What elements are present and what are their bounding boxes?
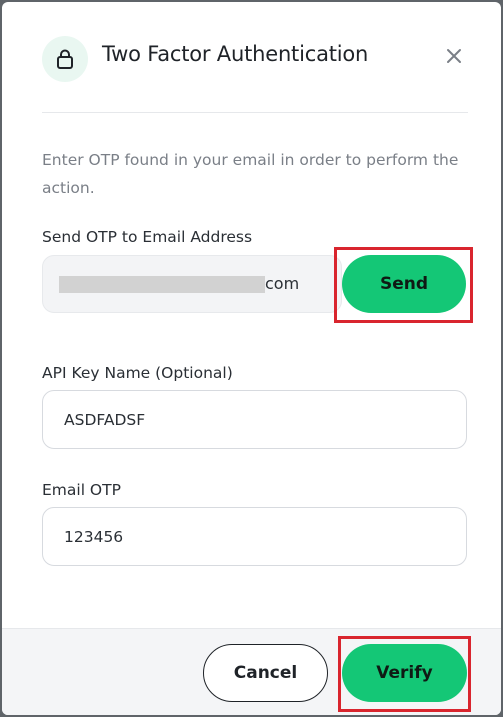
lock-icon bbox=[57, 49, 73, 69]
two-factor-dialog: Two Factor Authentication Enter OTP foun… bbox=[2, 2, 501, 715]
email-address-field: com bbox=[42, 255, 342, 313]
email-otp-input[interactable] bbox=[42, 507, 467, 566]
dialog-title: Two Factor Authentication bbox=[102, 42, 369, 66]
redacted-email bbox=[59, 276, 265, 293]
lock-icon-badge bbox=[42, 36, 88, 82]
cancel-button[interactable]: Cancel bbox=[203, 644, 328, 702]
dialog-description: Enter OTP found in your email in order t… bbox=[42, 151, 459, 197]
api-key-input[interactable] bbox=[42, 390, 467, 449]
email-otp-label: Email OTP bbox=[42, 481, 121, 499]
email-suffix: com bbox=[265, 274, 300, 293]
api-key-label: API Key Name (Optional) bbox=[42, 364, 233, 382]
verify-button[interactable]: Verify bbox=[342, 644, 467, 702]
email-label: Send OTP to Email Address bbox=[42, 228, 253, 246]
close-icon bbox=[447, 49, 461, 63]
close-button[interactable] bbox=[440, 42, 468, 70]
send-button[interactable]: Send bbox=[342, 255, 466, 313]
header-divider bbox=[42, 112, 468, 113]
dialog-footer: Cancel Verify bbox=[2, 628, 501, 715]
